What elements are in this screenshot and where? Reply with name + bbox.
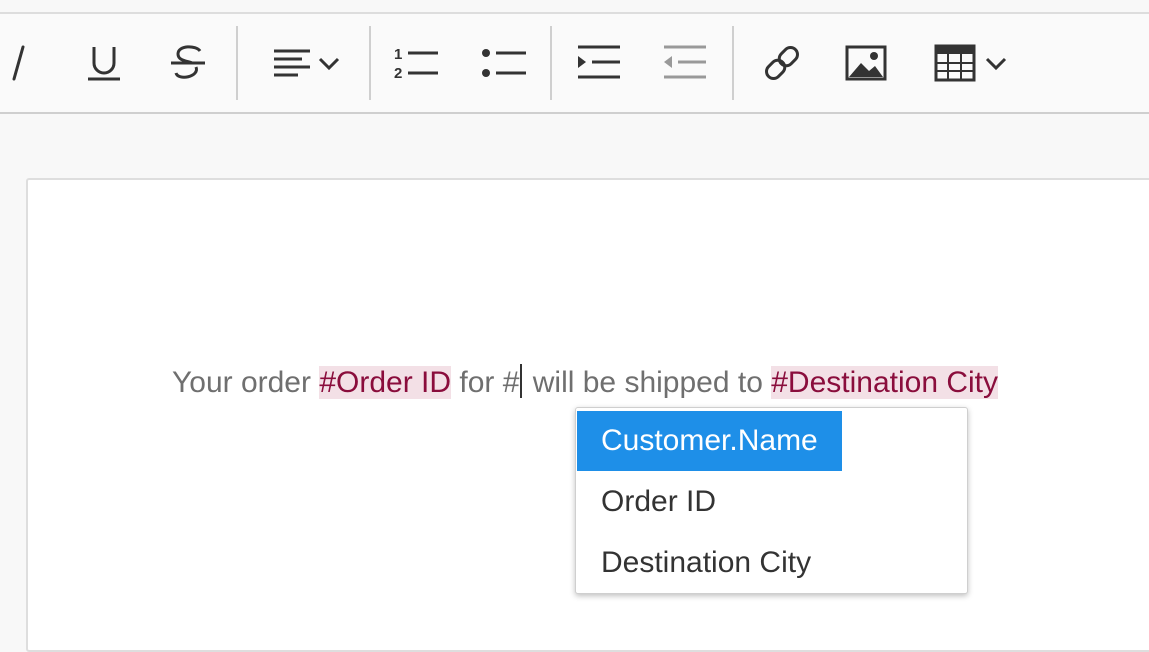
numbered-list-button[interactable]: 1 2 — [388, 14, 444, 112]
svg-text:2: 2 — [394, 65, 402, 82]
paragraph-text: for # — [451, 366, 520, 399]
suggestion-item-customer-name[interactable]: Customer.Name — [577, 411, 842, 471]
align-left-icon — [274, 49, 310, 77]
italic-button[interactable] — [2, 14, 36, 112]
link-button[interactable] — [756, 14, 808, 112]
chevron-down-icon — [985, 57, 1007, 71]
text-caret — [520, 364, 523, 398]
indent-icon — [578, 45, 620, 79]
link-icon — [765, 46, 799, 80]
suggestion-item-destination-city[interactable]: Destination City — [577, 533, 835, 593]
destination-city-tag[interactable]: #Destination City — [771, 366, 999, 399]
strikethrough-button[interactable] — [164, 14, 212, 112]
paragraph-text: Your order — [172, 366, 320, 399]
underline-icon — [88, 47, 120, 81]
indent-button[interactable] — [570, 14, 626, 112]
image-icon — [845, 45, 887, 81]
table-dropdown-button[interactable] — [924, 14, 1020, 112]
mention-suggestion-popup: Customer.Name Order ID Destination City — [575, 407, 968, 594]
italic-icon — [12, 45, 25, 81]
align-dropdown-button[interactable] — [260, 14, 354, 112]
outdent-icon — [664, 45, 706, 79]
toolbar-separator — [732, 26, 734, 100]
suggestion-item-order-id[interactable]: Order ID — [577, 472, 740, 532]
outdent-button[interactable] — [656, 14, 712, 112]
bulleted-list-button[interactable] — [474, 14, 530, 112]
paragraph-text: will be shipped to — [524, 366, 772, 399]
toolbar-separator — [550, 26, 552, 100]
editor-paragraph[interactable]: Your order #Order ID for # will be shipp… — [172, 363, 999, 403]
underline-button[interactable] — [80, 14, 128, 112]
toolbar-separator — [369, 26, 371, 100]
order-id-tag[interactable]: #Order ID — [319, 366, 452, 399]
table-icon — [934, 44, 976, 82]
image-button[interactable] — [840, 14, 892, 112]
svg-text:1: 1 — [394, 46, 402, 63]
toolbar-separator — [236, 26, 238, 100]
numbered-list-icon: 1 2 — [394, 46, 438, 82]
strikethrough-icon — [171, 45, 205, 79]
formatting-toolbar: 1 2 — [0, 12, 1149, 114]
chevron-down-icon — [318, 57, 340, 71]
bulleted-list-icon — [482, 49, 526, 77]
